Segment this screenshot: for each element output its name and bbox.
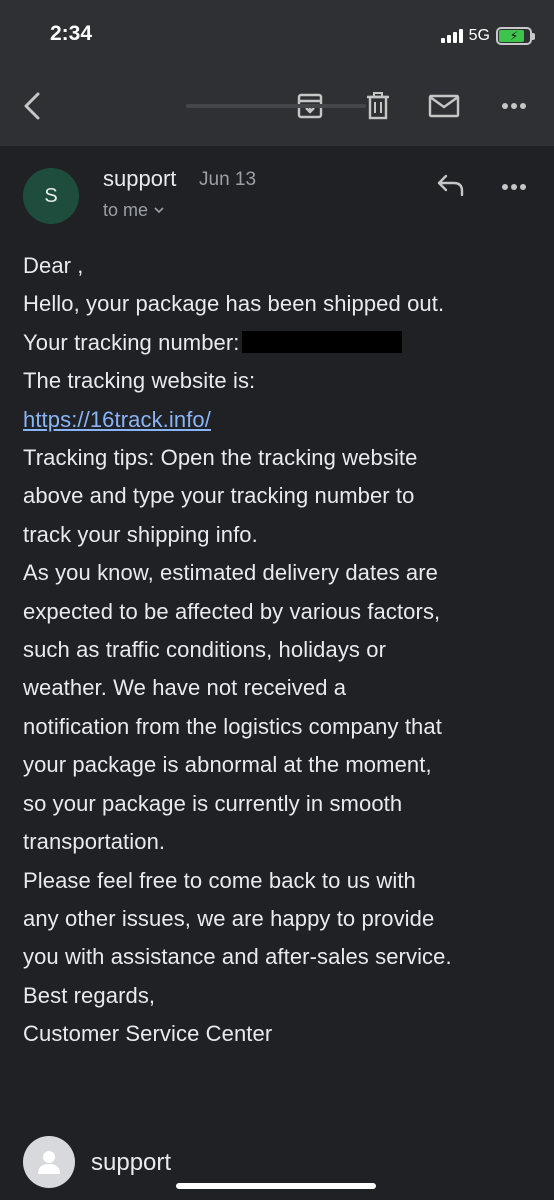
tracking-website-link[interactable]: https://16track.info/ [23,407,211,432]
delivery-line: your package is abnormal at the moment, [23,752,432,778]
message-body: Dear , Hello, your package has been ship… [23,247,538,1054]
more-options-icon[interactable] [498,90,530,122]
delivery-line: notification from the logistics company … [23,713,442,739]
closing-line: Please feel free to come back to us with [23,867,416,893]
mark-unread-icon[interactable] [428,90,460,122]
default-avatar-icon [23,1136,75,1188]
next-message-header[interactable]: support [0,1132,554,1200]
battery-icon: ⚡ [496,27,535,45]
recipient-details-toggle[interactable]: to me [103,200,164,221]
message-date: Jun 13 [199,169,257,190]
chevron-down-icon [154,207,164,214]
delivery-line: As you know, estimated delivery dates ar… [23,560,438,586]
top-app-bar: 2:34 5G ⚡ [0,0,554,146]
delivery-line: transportation. [23,829,166,855]
tracking-number-line: Your tracking number: [23,324,538,362]
status-time: 2:34 [50,22,93,45]
tips-line: Tracking tips: Open the tracking website [23,445,418,471]
sender-header: S support Jun 13 to me [0,160,554,230]
tips-line: above and type your tracking number to [23,483,415,509]
network-type: 5G [468,27,490,44]
delivery-line: so your package is currently in smooth [23,790,403,816]
message-more-icon[interactable] [498,172,530,202]
status-bar: 2:34 5G ⚡ [0,0,554,70]
closing-line: Best regards, [23,982,156,1008]
signal-icon [440,29,463,43]
next-sender-name: support [91,1149,172,1176]
sender-name[interactable]: support [103,166,176,192]
delete-icon[interactable] [362,90,394,122]
delivery-line: such as traffic conditions, holidays or [23,637,387,663]
scroll-ghost-bar [186,104,366,108]
delivery-line: weather. We have not received a [23,675,347,701]
sender-avatar[interactable]: S [23,168,79,224]
recipient-label: to me [103,200,149,220]
closing-line: any other issues, we are happy to provid… [23,905,435,931]
reply-icon[interactable] [436,172,470,202]
closing-line: Customer Service Center [23,1021,273,1047]
greeting: Dear , [23,253,84,278]
shipped-line: Hello, your package has been shipped out… [23,291,445,317]
closing-line: you with assistance and after-sales serv… [23,944,452,970]
back-arrow-icon[interactable] [16,90,48,122]
home-indicator[interactable] [176,1183,376,1189]
tracking-label: Your tracking number: [23,329,240,355]
website-label: The tracking website is: [23,368,256,394]
redacted-tracking-number [241,330,402,353]
delivery-line: expected to be affected by various facto… [23,598,441,624]
status-indicators: 5G ⚡ [440,24,535,48]
tips-line: track your shipping info. [23,521,258,547]
